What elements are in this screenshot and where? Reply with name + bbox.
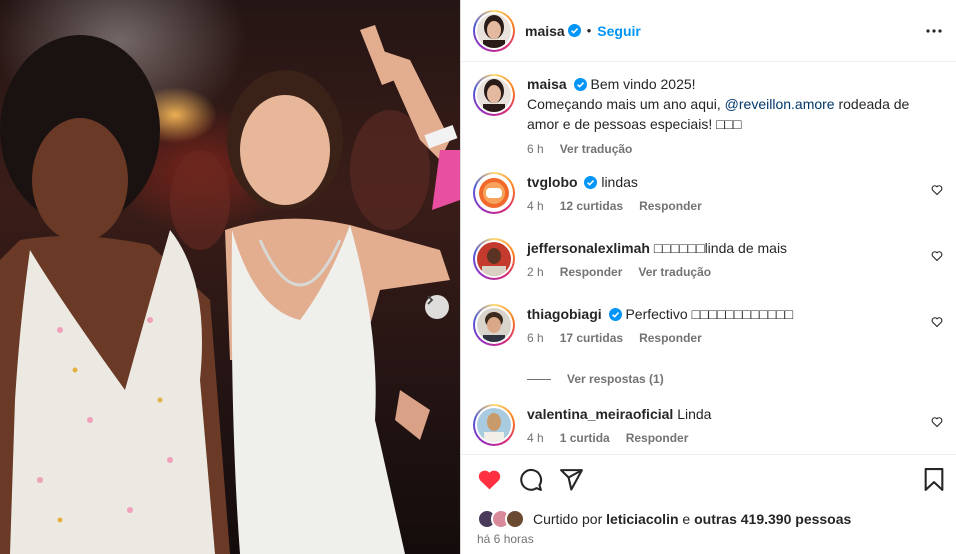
share-icon[interactable] <box>559 467 584 492</box>
comment-item: jeffersonalexlimah □□□□□□linda de mais 2… <box>473 238 943 280</box>
comment-likes-count[interactable]: 17 curtidas <box>560 331 623 345</box>
comment-username[interactable]: tvglobo <box>527 174 578 190</box>
comment-text: lindas <box>601 174 638 190</box>
caption-line1: Bem vindo 2025! <box>590 76 696 92</box>
instagram-post: maisa • Seguir maisa Bem vindo 2025! Com… <box>0 0 956 554</box>
comment-username[interactable]: thiagobiagi <box>527 306 602 322</box>
reply-button[interactable]: Responder <box>560 265 623 279</box>
comment-likes-count[interactable]: 12 curtidas <box>560 199 623 213</box>
liker-avatar[interactable] <box>505 509 525 529</box>
comment-icon[interactable] <box>518 467 543 492</box>
caption-avatar[interactable] <box>473 74 515 116</box>
comment-likes-count[interactable]: 1 curtida <box>560 431 610 445</box>
verified-badge-icon <box>567 24 581 37</box>
likes-middle: e <box>678 511 695 527</box>
photo-illustration <box>0 25 460 554</box>
heart-icon[interactable] <box>477 467 502 492</box>
bookmark-icon[interactable] <box>923 467 945 492</box>
comment-username[interactable]: valentina_meiraoficial <box>527 406 673 422</box>
caption-username[interactable]: maisa <box>527 76 567 92</box>
reply-button[interactable]: Responder <box>626 431 689 445</box>
heart-icon[interactable] <box>931 250 943 262</box>
translate-button[interactable]: Ver tradução <box>638 265 711 279</box>
chevron-right-icon <box>427 295 434 305</box>
caption: maisa Bem vindo 2025! Começando mais um … <box>473 74 943 156</box>
heart-icon[interactable] <box>931 416 943 428</box>
post-header: maisa • Seguir <box>461 0 956 62</box>
author-username[interactable]: maisa <box>525 23 565 39</box>
header-separator: • <box>586 23 592 38</box>
comment-time[interactable]: 4 h <box>527 199 544 213</box>
comment-item: valentina_meiraoficial Linda 4 h 1 curti… <box>473 404 943 446</box>
comment-item: tvglobo lindas 4 h 12 curtidas Responder <box>473 172 943 214</box>
comment-item: thiagobiagi Perfectivo □□□□□□□□□□□□ 6 h … <box>473 304 943 346</box>
more-options-icon[interactable] <box>925 22 943 40</box>
comment-text: □□□□□□linda de mais <box>653 240 788 256</box>
heart-icon[interactable] <box>931 184 943 196</box>
comment-time[interactable]: 6 h <box>527 331 544 345</box>
caption-line2-prefix: Começando mais um ano aqui, <box>527 96 725 112</box>
comment-text: Perfectivo □□□□□□□□□□□□ <box>625 306 794 322</box>
verified-badge-icon <box>573 78 587 91</box>
reply-button[interactable]: Responder <box>639 199 702 213</box>
comment-avatar[interactable] <box>473 304 515 346</box>
comment-avatar[interactable] <box>473 404 515 446</box>
liker-username[interactable]: leticiacolin <box>606 511 678 527</box>
replies-line <box>527 378 551 380</box>
view-replies-button[interactable]: Ver respostas (1) <box>527 372 664 386</box>
author-avatar[interactable] <box>473 9 515 52</box>
comment-avatar[interactable] <box>473 172 515 214</box>
follow-button[interactable]: Seguir <box>597 23 641 39</box>
comment-text: Linda <box>677 406 712 422</box>
view-replies-label: Ver respostas (1) <box>567 372 664 386</box>
next-photo-button[interactable] <box>425 295 449 319</box>
heart-icon[interactable] <box>931 316 943 328</box>
reply-button[interactable]: Responder <box>639 331 702 345</box>
post-timestamp[interactable]: há 6 horas <box>477 532 534 546</box>
caption-time[interactable]: 6 h <box>527 142 544 156</box>
post-photo[interactable] <box>0 0 460 554</box>
caption-translate-button[interactable]: Ver tradução <box>560 142 633 156</box>
caption-mention[interactable]: @reveillon.amore <box>725 96 835 112</box>
post-actions: Curtido por leticiacolin e outras 419.39… <box>461 454 956 554</box>
comment-username[interactable]: jeffersonalexlimah <box>527 240 650 256</box>
comment-time[interactable]: 2 h <box>527 265 544 279</box>
verified-badge-icon <box>608 308 622 321</box>
comment-time[interactable]: 4 h <box>527 431 544 445</box>
verified-badge-icon <box>584 176 598 189</box>
likes-prefix: Curtido por <box>533 511 607 527</box>
comments-list[interactable]: maisa Bem vindo 2025! Começando mais um … <box>461 62 956 454</box>
post-side-panel: maisa • Seguir maisa Bem vindo 2025! Com… <box>460 0 956 554</box>
likes-others[interactable]: outras 419.390 pessoas <box>694 511 851 527</box>
likes-summary: Curtido por leticiacolin e outras 419.39… <box>477 509 851 529</box>
comment-avatar[interactable] <box>473 238 515 280</box>
